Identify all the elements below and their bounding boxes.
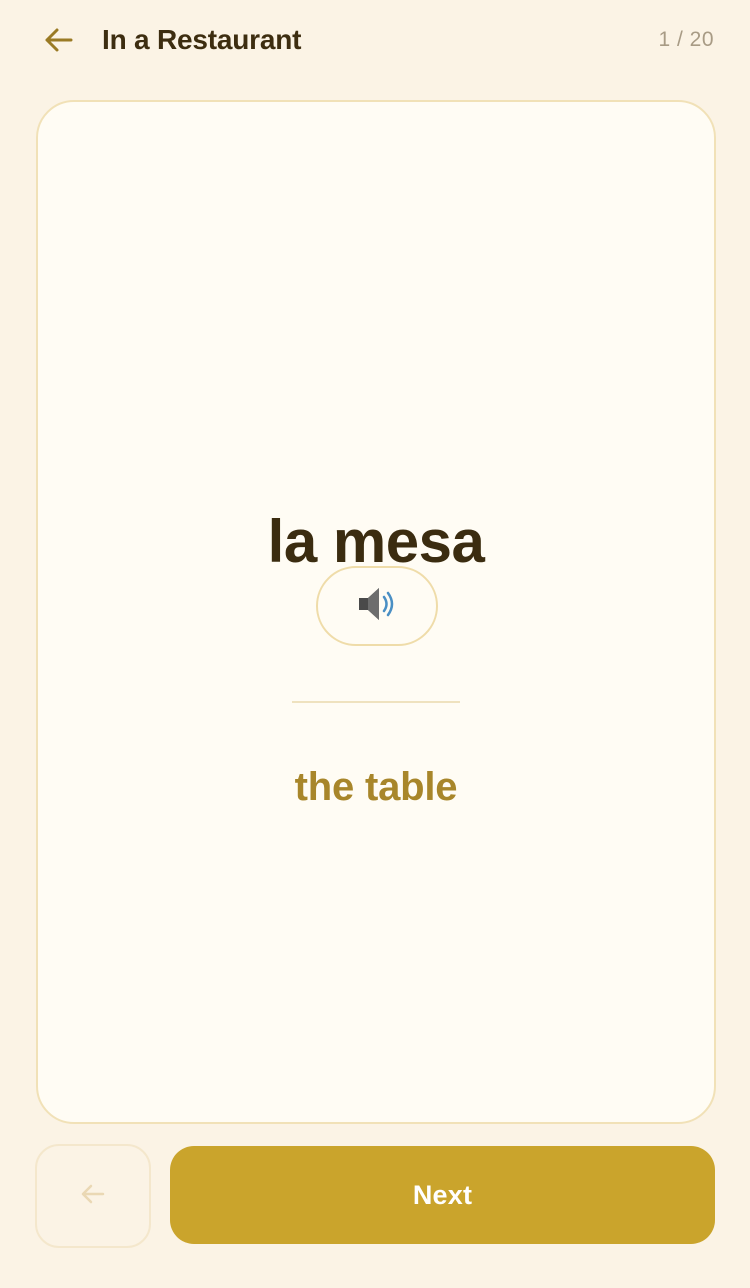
next-button[interactable]: Next <box>170 1146 715 1244</box>
back-button[interactable] <box>36 18 80 62</box>
flashcard[interactable]: la mesa noun the table <box>36 100 716 1124</box>
flashcard-translation: the table <box>294 765 458 809</box>
card-divider <box>292 701 460 703</box>
page-title: In a Restaurant <box>102 24 302 55</box>
previous-button[interactable] <box>35 1144 151 1248</box>
top-bar: In a Restaurant 1 / 20 <box>0 0 750 80</box>
progress-counter: 1 / 20 <box>658 28 714 51</box>
play-audio-button[interactable] <box>316 566 438 646</box>
speaker-icon <box>355 584 399 629</box>
arrow-left-icon <box>43 27 73 53</box>
arrow-left-icon <box>80 1183 106 1210</box>
next-button-label: Next <box>412 1179 473 1210</box>
